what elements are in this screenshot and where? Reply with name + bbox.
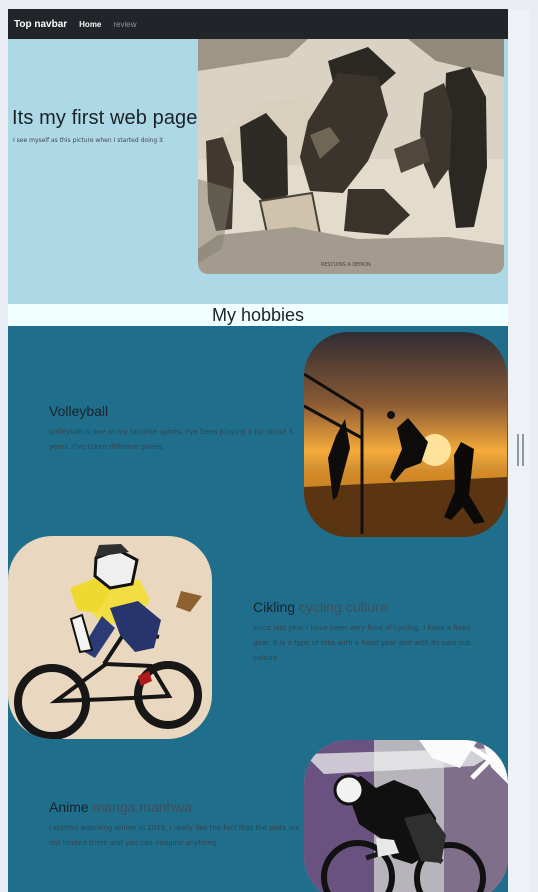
- page-title: Its my first web page: [12, 107, 198, 129]
- hobby-title-cycling: Cikling cycling culture: [253, 599, 388, 615]
- hero-section: Its my first web page I see myself as th…: [8, 39, 508, 304]
- hobby-text-cycling: since last year I have been very fond of…: [253, 624, 471, 662]
- nav-link-home[interactable]: Home: [79, 20, 101, 29]
- scrollbar-handle[interactable]: [517, 434, 524, 466]
- hero-image-caption: RESCUING A DEMON.: [321, 262, 372, 268]
- anime-image: [304, 740, 508, 892]
- cycling-illustration-image: [8, 536, 212, 739]
- hobby-title-volleyball: Volleyball: [49, 403, 109, 419]
- nav-link-review[interactable]: review: [113, 20, 136, 29]
- hobby-text-volleyball: Volleyball is one of my favorite sports.…: [49, 428, 294, 451]
- hobby-text-anime: I started watching anime in 2018, I real…: [49, 824, 300, 847]
- hero-engraving-image: RESCUING A DEMON.: [198, 39, 504, 274]
- page-subtitle: I see myself as this picture when I star…: [13, 137, 164, 144]
- top-navbar: Top navbar Home review: [8, 9, 508, 39]
- hobbies-heading: My hobbies: [8, 304, 508, 326]
- hobby-title-anime: Anime manga,manhwa: [49, 799, 193, 815]
- navbar-brand[interactable]: Top navbar: [14, 19, 67, 30]
- volleyball-image: [304, 332, 507, 537]
- page: Top navbar Home review Its my first web …: [8, 9, 508, 892]
